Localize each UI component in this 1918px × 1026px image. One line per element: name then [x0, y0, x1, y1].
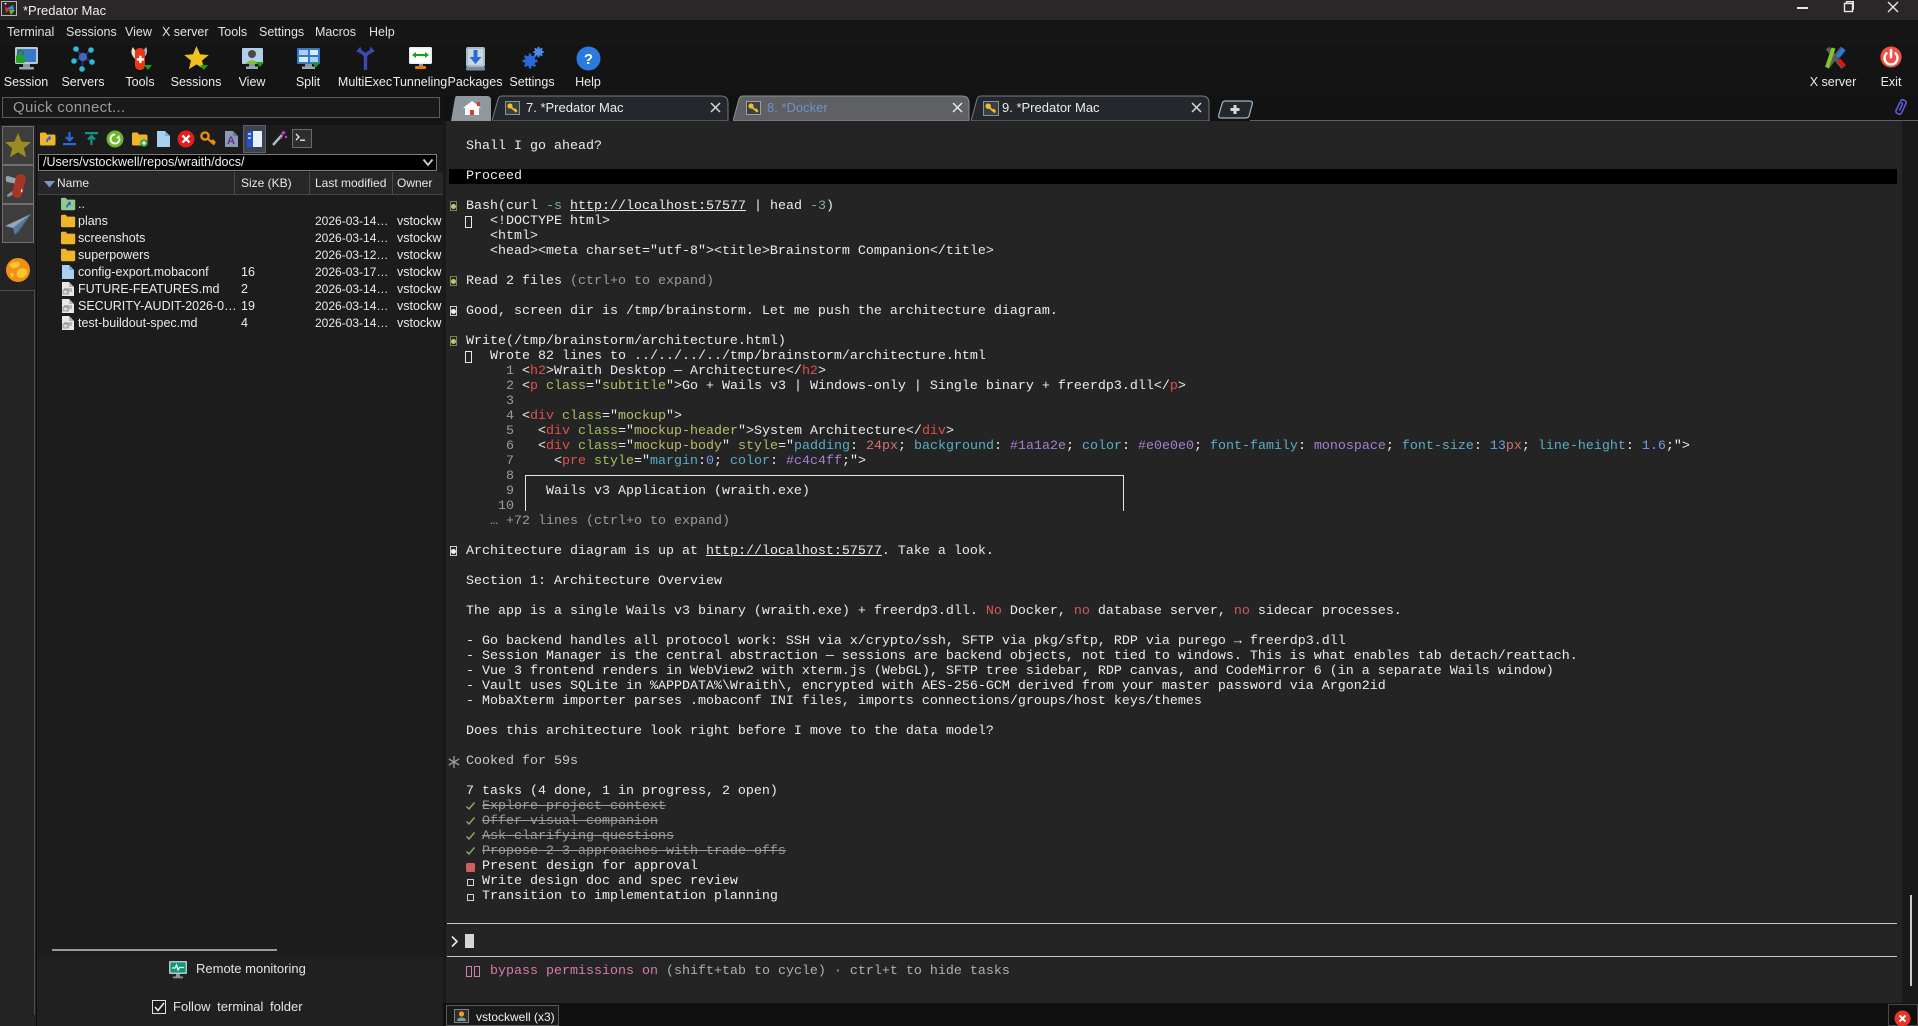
svg-text:?: ? — [584, 51, 593, 68]
svg-text:A: A — [227, 135, 235, 147]
